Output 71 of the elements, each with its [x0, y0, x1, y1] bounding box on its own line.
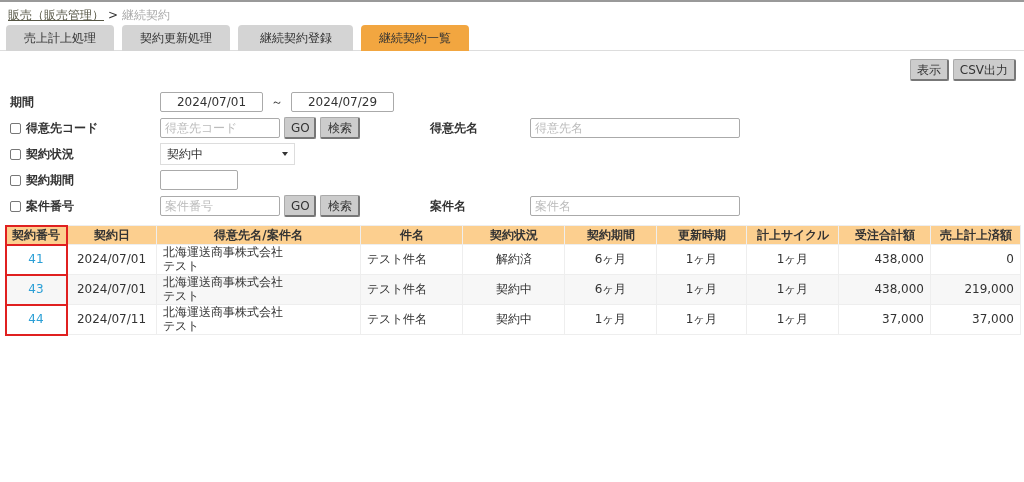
table-cell: 北海運送商事株式会社 テスト	[156, 304, 361, 335]
table-cell: 438,000	[838, 244, 931, 275]
field-label: 契約状況	[26, 146, 74, 163]
tab[interactable]: 契約更新処理	[122, 25, 230, 51]
table-cell: テスト件名	[360, 274, 463, 305]
column-header: 件名	[360, 225, 463, 245]
csv-export-button[interactable]: CSV出力	[952, 59, 1016, 81]
go-button[interactable]: GO	[284, 195, 316, 217]
field-label: 案件番号	[26, 198, 74, 215]
name-field[interactable]: 案件名	[530, 196, 740, 216]
caret-icon	[282, 152, 288, 156]
date-from-field[interactable]: 2024/07/01	[160, 92, 263, 112]
term-field[interactable]	[160, 170, 238, 190]
column-header: 更新時期	[656, 225, 747, 245]
table-cell: 北海運送商事株式会社 テスト	[156, 244, 361, 275]
display-button[interactable]: 表示	[909, 59, 949, 81]
tab[interactable]: 継続契約一覧	[361, 25, 469, 51]
name-field[interactable]: 得意先名	[530, 118, 740, 138]
table-cell: 北海運送商事株式会社 テスト	[156, 274, 361, 305]
table-cell: 1ヶ月	[746, 274, 839, 305]
table-cell: 1ヶ月	[656, 244, 747, 275]
breadcrumb-current: 継続契約	[122, 8, 171, 22]
field-label: 得意先名	[430, 120, 479, 137]
column-header: 契約番号	[5, 225, 67, 245]
table-cell: 1ヶ月	[564, 304, 657, 335]
table-cell: 1ヶ月	[656, 274, 747, 305]
field-label: 契約期間	[26, 172, 74, 189]
date-to-field[interactable]: 2024/07/29	[291, 92, 394, 112]
table-cell: 438,000	[838, 274, 931, 305]
table-cell: 1ヶ月	[746, 304, 839, 335]
checkbox[interactable]	[10, 174, 21, 186]
status-select[interactable]: 契約中	[160, 143, 295, 165]
checkbox[interactable]	[10, 148, 21, 160]
column-header: 契約状況	[462, 225, 565, 245]
tab[interactable]: 売上計上処理	[6, 25, 114, 51]
table-cell: 1ヶ月	[656, 304, 747, 335]
table-cell: 6ヶ月	[564, 274, 657, 305]
search-button[interactable]: 検索	[320, 117, 360, 139]
range-separator: ～	[271, 94, 283, 111]
table-cell: 契約中	[462, 274, 565, 305]
column-header: 得意先名/案件名	[156, 225, 361, 245]
column-header: 契約日	[66, 225, 157, 245]
table-cell: 2024/07/11	[66, 304, 157, 335]
field-label: 得意先コード	[26, 120, 98, 137]
field-label: 期間	[10, 94, 34, 111]
table-cell: 1ヶ月	[746, 244, 839, 275]
column-header: 計上サイクル	[746, 225, 839, 245]
tab[interactable]: 継続契約登録	[238, 25, 353, 51]
table-cell: 37,000	[838, 304, 931, 335]
go-button[interactable]: GO	[284, 117, 316, 139]
column-header: 受注合計額	[838, 225, 931, 245]
code-field[interactable]: 案件番号	[160, 196, 280, 216]
table-cell: 37,000	[930, 304, 1021, 335]
checkbox[interactable]	[10, 122, 21, 134]
table-cell: 0	[930, 244, 1021, 275]
table-cell: テスト件名	[360, 304, 463, 335]
table-cell: 2024/07/01	[66, 244, 157, 275]
table-cell: 2024/07/01	[66, 274, 157, 305]
column-header: 契約期間	[564, 225, 657, 245]
table-cell: テスト件名	[360, 244, 463, 275]
checkbox[interactable]	[10, 200, 21, 212]
search-button[interactable]: 検索	[320, 195, 360, 217]
table-cell: 契約中	[462, 304, 565, 335]
column-header: 売上計上済額	[930, 225, 1021, 245]
field-label: 案件名	[430, 198, 467, 215]
table-cell: 6ヶ月	[564, 244, 657, 275]
breadcrumb-separator: >	[108, 8, 119, 22]
breadcrumb-link[interactable]: 販売（販売管理）	[8, 8, 104, 22]
code-field[interactable]: 得意先コード	[160, 118, 280, 138]
table-cell: 219,000	[930, 274, 1021, 305]
table-cell: 解約済	[462, 244, 565, 275]
